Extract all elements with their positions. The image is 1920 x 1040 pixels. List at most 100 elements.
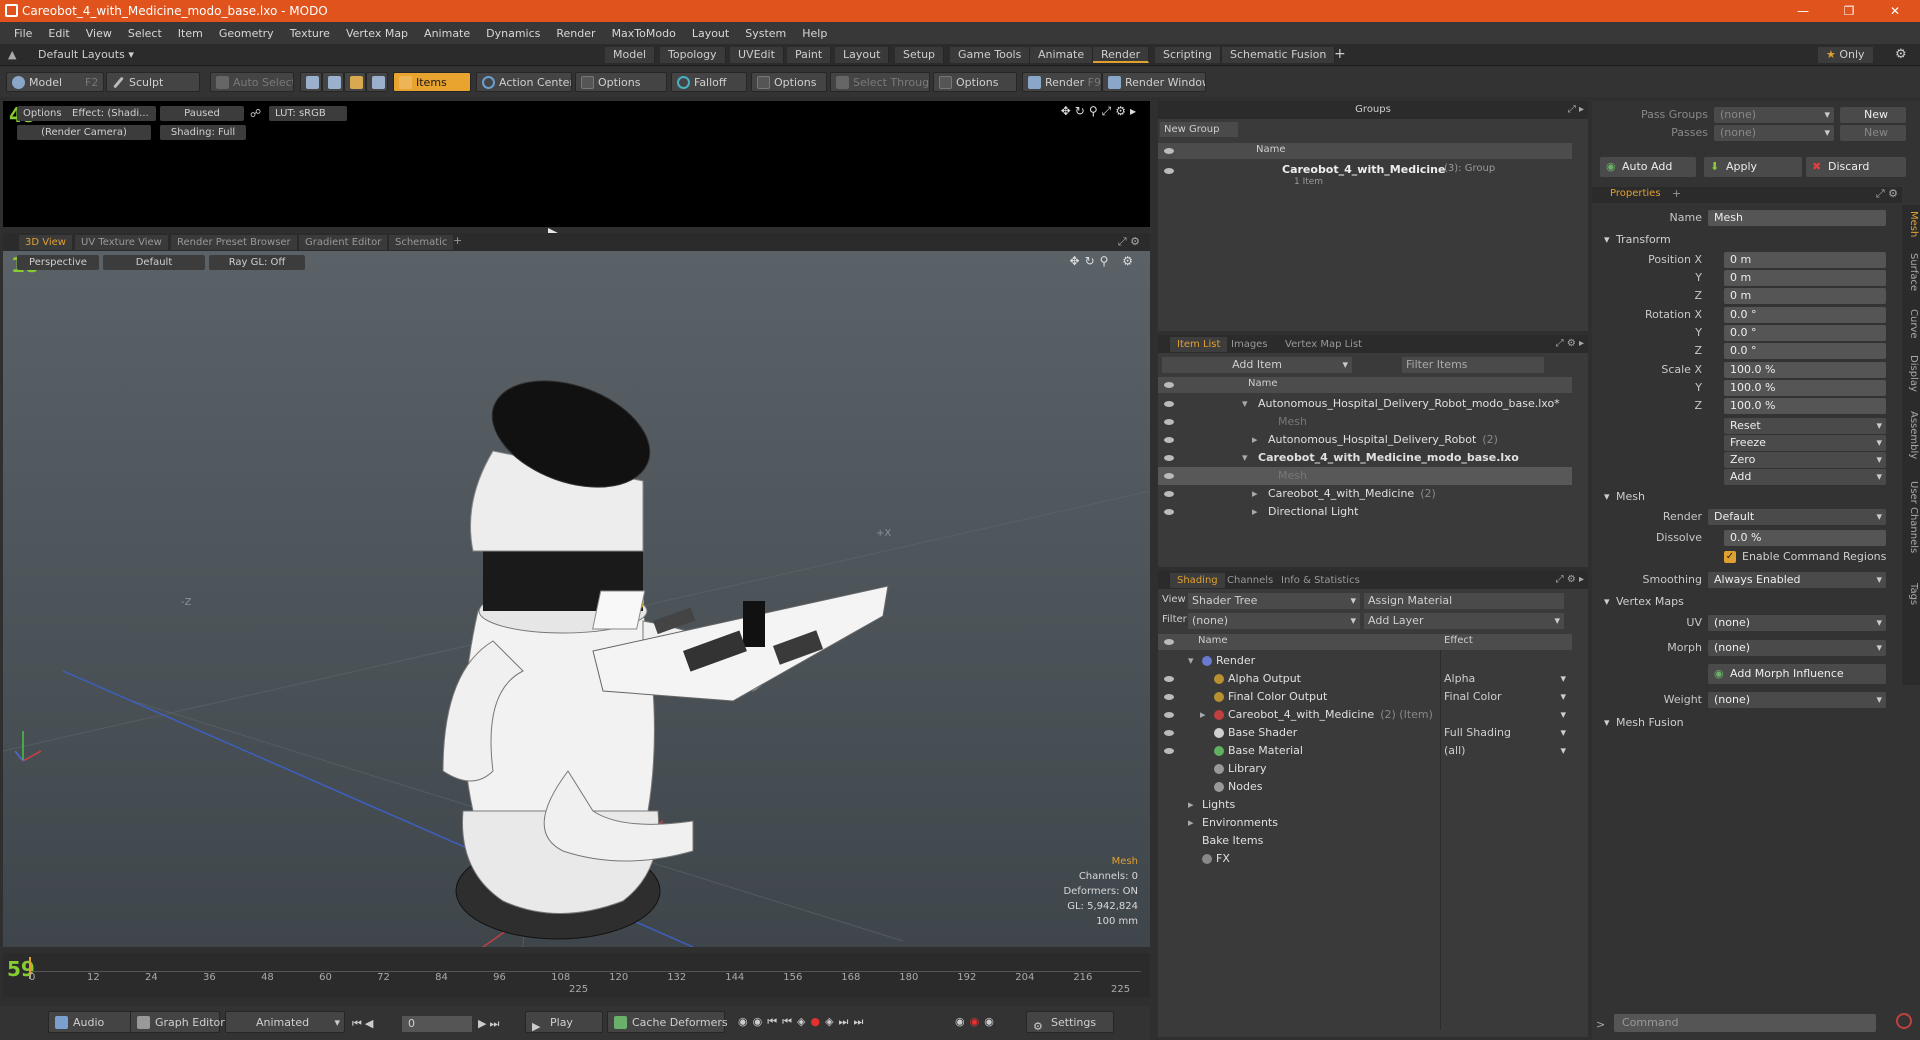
render-preview[interactable]: 49 Options Effect: (Shadi... Paused ☍ LU…	[3, 101, 1150, 292]
menu-animate[interactable]: Animate	[416, 27, 478, 40]
preview-status[interactable]: Paused	[160, 106, 244, 121]
freeze-dropdown[interactable]: Freeze	[1724, 435, 1886, 451]
play-button[interactable]: ▶ Play	[525, 1011, 603, 1033]
expand-arrow-icon[interactable]: ▸	[1188, 814, 1194, 832]
visibility-icon[interactable]	[1164, 712, 1174, 718]
item-list-row[interactable]: ▸ Careobot_4_with_Medicine (2)	[1158, 485, 1572, 503]
tab-properties[interactable]: Properties	[1610, 188, 1661, 199]
tab-uv-texture-view[interactable]: UV Texture View	[75, 235, 168, 250]
rotation-z-field[interactable]: 0.0 °	[1724, 343, 1886, 359]
visibility-icon[interactable]	[1164, 639, 1174, 645]
shading-dropdown[interactable]: Shading: Full	[160, 125, 246, 140]
item-list-options-icon[interactable]: ⤢ ⚙ ▸	[1556, 335, 1584, 353]
shader-tree-row[interactable]: ▸ Lights	[1158, 796, 1572, 814]
visibility-icon[interactable]	[1164, 473, 1174, 479]
viewport-options-icon[interactable]: ⤢ ⚙	[1118, 235, 1140, 249]
visibility-icon[interactable]	[1164, 748, 1174, 754]
weight-dropdown[interactable]: (none)	[1708, 692, 1886, 708]
tab-images[interactable]: Images	[1224, 337, 1275, 352]
visibility-icon[interactable]	[1164, 382, 1174, 388]
tab-animate[interactable]: Animate	[1030, 47, 1094, 63]
lock-icon[interactable]: ☍	[250, 107, 261, 120]
item-list-row[interactable]: ▾ Careobot_4_with_Medicine_modo_base.lxo	[1158, 449, 1572, 467]
visibility-icon[interactable]	[1164, 419, 1174, 425]
layout-preset-dropdown[interactable]: Default Layouts ▾	[38, 48, 134, 61]
groups-expand-icon[interactable]: ⤢ ▸	[1568, 101, 1584, 119]
transform-section[interactable]: Transform	[1600, 231, 1671, 249]
select-materials-button[interactable]	[366, 72, 388, 92]
morph-dropdown[interactable]: (none)	[1708, 640, 1886, 656]
reset-dropdown[interactable]: Reset	[1724, 418, 1886, 434]
scale-y-field[interactable]: 100.0 %	[1724, 380, 1886, 396]
effect-dropdown[interactable]: Effect: (Shadi...	[66, 106, 156, 121]
tab-render[interactable]: Render	[1093, 47, 1150, 63]
sculpt-mode-button[interactable]: Sculpt	[106, 72, 200, 92]
shader-tree-row[interactable]: Library	[1158, 760, 1572, 778]
side-tab-display[interactable]: Display	[1903, 355, 1919, 392]
shader-layer-effect[interactable]: Final Color ▾	[1444, 688, 1566, 706]
timeline[interactable]: 59 0 12 24 36 48 60 72 84 96 108 120 132 144 156 168 18…	[3, 953, 1150, 997]
mesh-section[interactable]: Mesh	[1600, 488, 1645, 506]
item-list-row[interactable]: Mesh	[1158, 467, 1572, 485]
tab-uvedit[interactable]: UVEdit	[730, 47, 784, 63]
falloff-button[interactable]: Falloff	[671, 72, 747, 92]
position-z-field[interactable]: 0 m	[1724, 288, 1886, 304]
camera-dropdown[interactable]: (Render Camera)	[17, 125, 151, 140]
position-x-field[interactable]: 0 m	[1724, 252, 1886, 268]
expand-arrow-icon[interactable]: ▾	[1242, 449, 1248, 467]
item-list-row[interactable]: ▸ Directional Light	[1158, 503, 1572, 521]
layout-home-icon[interactable]: ▲	[8, 48, 16, 61]
side-tab-tags[interactable]: Tags	[1903, 583, 1919, 605]
scale-z-field[interactable]: 100.0 %	[1724, 398, 1886, 414]
menu-vertex-map[interactable]: Vertex Map	[338, 27, 416, 40]
shading-options-icon[interactable]: ⤢ ⚙ ▸	[1556, 571, 1584, 589]
visibility-icon[interactable]	[1164, 694, 1174, 700]
tab-render-preset-browser[interactable]: Render Preset Browser	[171, 235, 297, 250]
shader-layer-effect[interactable]: Alpha ▾	[1444, 670, 1566, 688]
select-edges-button[interactable]	[322, 72, 344, 92]
options-button-3[interactable]: Options	[933, 72, 1017, 92]
expand-arrow-icon[interactable]: ▸	[1252, 485, 1258, 503]
action-center-button[interactable]: Action Center	[476, 72, 572, 92]
shader-layer-effect[interactable]: Full Shading ▾	[1444, 724, 1566, 742]
position-y-field[interactable]: 0 m	[1724, 270, 1886, 286]
vertex-maps-section[interactable]: Vertex Maps	[1600, 593, 1684, 611]
3d-viewport[interactable]: 18 Perspective Default Ray GL: Off ✥↻⚲ ⚙	[3, 251, 1150, 947]
only-toggle[interactable]: ★ Only	[1818, 47, 1873, 63]
expand-arrow-icon[interactable]: ▸	[1200, 706, 1206, 724]
rotation-y-field[interactable]: 0.0 °	[1724, 325, 1886, 341]
visibility-icon[interactable]	[1164, 401, 1174, 407]
scale-x-field[interactable]: 100.0 %	[1724, 362, 1886, 378]
items-mode-button[interactable]: Items	[393, 72, 471, 92]
transport-back-icons[interactable]: ⏮◀	[352, 1017, 376, 1031]
render-dropdown[interactable]: Default	[1708, 509, 1886, 525]
add-tab-icon[interactable]: +	[1334, 46, 1346, 62]
visibility-icon[interactable]	[1164, 730, 1174, 736]
shader-tree-row[interactable]: ▸ Careobot_4_with_Medicine (2) (Item) ▾	[1158, 706, 1572, 724]
auto-select-button[interactable]: Auto Select	[210, 72, 294, 92]
lut-dropdown[interactable]: LUT: sRGB	[269, 106, 347, 121]
render-button[interactable]: Render F9	[1022, 72, 1102, 92]
menu-maxtomodo[interactable]: MaxToModo	[604, 27, 684, 40]
add-layer-dropdown[interactable]: Add Layer	[1364, 613, 1564, 629]
menu-system[interactable]: System	[737, 27, 794, 40]
tab-shading[interactable]: Shading	[1170, 573, 1225, 588]
shader-tree-row[interactable]: Base Shader Full Shading ▾	[1158, 724, 1572, 742]
name-field[interactable]: Mesh	[1708, 210, 1886, 226]
item-list-row[interactable]: ▾ Autonomous_Hospital_Delivery_Robot_modo…	[1158, 395, 1572, 413]
shader-tree-row[interactable]: ▾ Render	[1158, 652, 1572, 670]
side-tab-assembly[interactable]: Assembly	[1903, 411, 1919, 459]
expand-arrow-icon[interactable]: ▾	[1242, 395, 1248, 413]
visibility-icon[interactable]	[1164, 676, 1174, 682]
add-properties-tab-icon[interactable]: +	[1672, 187, 1681, 200]
expand-arrow-icon[interactable]: ▸	[1252, 503, 1258, 521]
new-group-button[interactable]: New Group	[1160, 122, 1238, 137]
tab-setup[interactable]: Setup	[895, 47, 945, 63]
menu-item[interactable]: Item	[170, 27, 211, 40]
stop-command-icon[interactable]	[1896, 1013, 1912, 1029]
visibility-icon[interactable]	[1164, 509, 1174, 515]
chevron-down-icon[interactable]: ▾	[1560, 670, 1566, 688]
tab-scripting[interactable]: Scripting	[1155, 47, 1221, 63]
menu-render[interactable]: Render	[548, 27, 603, 40]
tab-topology[interactable]: Topology	[660, 47, 726, 63]
